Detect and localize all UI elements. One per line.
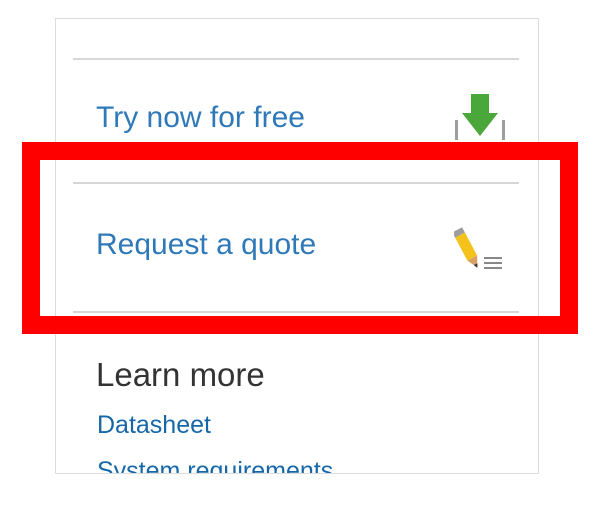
sidebar-panel: Try now for free Request a quote Learn m… (55, 18, 539, 474)
try-now-row[interactable]: Try now for free (56, 61, 538, 161)
bottom-divider (73, 311, 519, 313)
datasheet-link[interactable]: Datasheet (97, 411, 211, 440)
try-now-link[interactable]: Try now for free (96, 101, 305, 135)
request-quote-row[interactable]: Request a quote (56, 185, 538, 285)
top-divider (73, 58, 519, 60)
request-quote-link[interactable]: Request a quote (96, 228, 316, 262)
learn-more-heading: Learn more (96, 356, 265, 393)
download-arrow-icon[interactable] (450, 94, 510, 147)
middle-divider (73, 182, 519, 184)
system-requirements-link[interactable]: System requirements (97, 457, 333, 473)
pencil-notes-icon[interactable] (452, 225, 510, 284)
